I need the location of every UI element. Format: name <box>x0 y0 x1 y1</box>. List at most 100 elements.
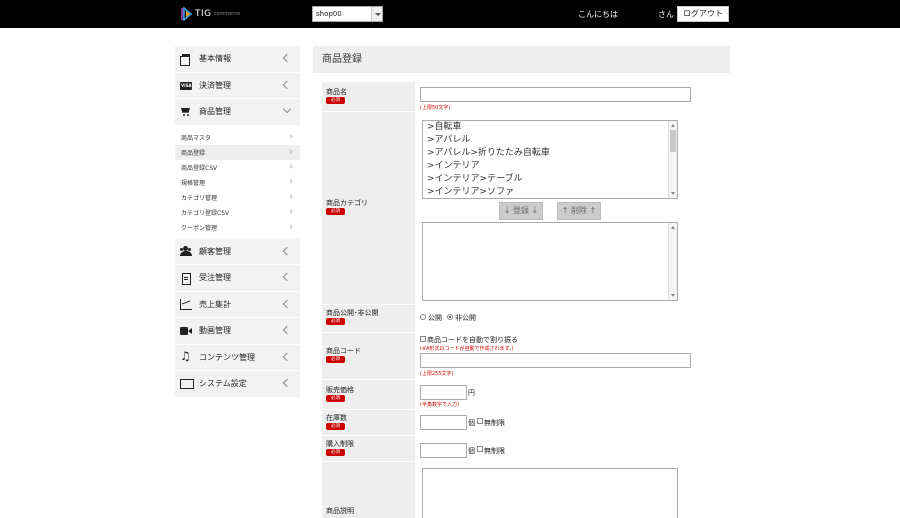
chevron-right-icon <box>288 178 293 184</box>
sidebar-item-system[interactable]: システム設定 <box>175 371 300 398</box>
sidebar-item-products[interactable]: 商品管理 <box>175 99 300 126</box>
sidebar-item-label: コンテンツ管理 <box>199 352 255 362</box>
sidebar-item-label: システム設定 <box>199 379 247 389</box>
sidebar-submenu: 商品マスタ 商品登録 商品登録CSV 規格管理 カテゴリ管理 カテゴリ登録CSV… <box>175 125 300 239</box>
chevron-right-icon <box>288 133 293 139</box>
list-item[interactable]: >アパレル>折りたたみ自転車 <box>423 147 677 160</box>
sidebar-item-customers[interactable]: 顧客管理 <box>175 238 300 265</box>
sidebar-subitem-product-register[interactable]: 商品登録 <box>175 144 300 160</box>
label-cell: 商品公開･非公開 必須 <box>322 305 415 332</box>
sidebar-item-contents[interactable]: コンテンツ管理 <box>175 344 300 371</box>
sidebar-subitem-spec[interactable]: 規格管理 <box>175 175 300 190</box>
row-price: 販売価格 必須 円 (半角数字で入力) <box>322 380 727 409</box>
hint: (上限50文字) <box>420 105 451 111</box>
list-item[interactable]: >インテリア>ソファ <box>423 186 677 198</box>
logo[interactable]: TIG commerce <box>180 6 240 22</box>
sidebar-item-label: 商品管理 <box>199 107 231 117</box>
row-purchase-limit: 購入制限 必須 個 無制限 <box>322 436 727 461</box>
chevron-left-icon <box>282 325 292 335</box>
sidebar-item-payment[interactable]: 決済管理 <box>175 72 300 99</box>
radio-private[interactable] <box>447 314 453 320</box>
radio-public[interactable] <box>420 314 426 320</box>
list-item[interactable]: >インテリア>テーブル <box>423 173 677 186</box>
sidebar-item-label: 決済管理 <box>199 80 231 90</box>
sidebar-item-label: 売上集計 <box>199 299 231 309</box>
required-badge: 必須 <box>326 449 345 456</box>
description-textarea[interactable] <box>422 468 678 518</box>
visa-card-icon <box>180 81 192 90</box>
selected-category-box[interactable] <box>422 222 678 301</box>
label-cell: 商品コード 必須 <box>322 333 415 379</box>
label-cell: 在庫数 必須 <box>322 410 415 435</box>
logout-button[interactable]: ログアウト <box>677 6 729 22</box>
scroll-up-icon[interactable] <box>671 124 675 127</box>
label-cell: 販売価格 必須 <box>322 380 415 409</box>
required-badge: 必須 <box>326 395 345 402</box>
cart-icon <box>180 107 192 117</box>
chevron-right-icon <box>288 223 293 229</box>
page-title: 商品登録 <box>313 46 730 73</box>
limit-input[interactable] <box>420 443 467 458</box>
list-item[interactable]: >インテリア <box>423 160 677 173</box>
field-label: 購入制限 <box>326 440 354 448</box>
required-badge: 必須 <box>326 423 345 430</box>
limit-unlimited-checkbox[interactable] <box>477 446 483 452</box>
subitem-label: カテゴリ登録CSV <box>181 209 230 217</box>
scrollbar[interactable] <box>668 223 677 300</box>
sidebar-subitem-category-csv[interactable]: カテゴリ登録CSV <box>175 205 300 220</box>
scroll-thumb[interactable] <box>670 130 676 152</box>
register-category-button[interactable]: ↓ 登録 ↓ <box>499 202 543 220</box>
category-listbox[interactable]: >自転車 >アパレル >アパレル>折りたたみ自転車 >インテリア >インテリア>… <box>422 120 678 199</box>
chevron-down-icon <box>371 7 382 21</box>
scrollbar[interactable] <box>668 121 677 198</box>
field-label: 商品名 <box>326 88 347 96</box>
sidebar-subitem-product-csv[interactable]: 商品登録CSV <box>175 160 300 175</box>
stock-unlimited-checkbox[interactable] <box>477 418 483 424</box>
chevron-left-icon <box>282 378 292 388</box>
music-note-icon <box>180 349 192 363</box>
sidebar-item-orders[interactable]: 受注管理 <box>175 265 300 292</box>
line-chart-icon <box>180 299 192 311</box>
product-name-input[interactable] <box>420 87 691 102</box>
sidebar-subitem-category[interactable]: カテゴリ管理 <box>175 190 300 205</box>
price-unit: 円 <box>468 389 475 397</box>
sidebar-item-label: 動画管理 <box>199 326 231 336</box>
list-item[interactable]: >自転車 <box>423 121 677 134</box>
price-input[interactable] <box>420 385 467 400</box>
sidebar-item-label: 顧客管理 <box>199 246 231 256</box>
stock-input[interactable] <box>420 415 467 430</box>
product-code-input[interactable] <box>420 353 691 368</box>
chevron-left-icon <box>282 246 292 255</box>
scroll-down-icon[interactable] <box>671 192 675 195</box>
sidebar-item-sales[interactable]: 売上集計 <box>175 291 300 318</box>
sidebar-subitem-product-master[interactable]: 商品マスタ <box>175 130 300 145</box>
sidebar-item-video[interactable]: 動画管理 <box>175 318 300 345</box>
shop-select[interactable]: shop00 <box>312 6 383 22</box>
chevron-left-icon <box>282 299 292 308</box>
chevron-left-icon <box>282 272 292 282</box>
limit-unlimited-label: 無制限 <box>484 447 505 455</box>
field-label: 商品説明 <box>326 507 354 515</box>
required-badge: 必須 <box>326 356 345 363</box>
scroll-down-icon[interactable] <box>671 294 675 297</box>
row-visibility: 商品公開･非公開 必須 公開 非公開 <box>322 305 727 332</box>
label-cell: 商品説明 <box>322 462 415 518</box>
sidebar-item-basic-info[interactable]: 基本情報 <box>175 46 300 73</box>
hint: (上限255文字) <box>420 371 454 377</box>
chevron-left-icon <box>282 80 292 89</box>
subitem-label: カテゴリ管理 <box>181 194 218 202</box>
list-item[interactable]: >アパレル <box>423 134 677 147</box>
delete-category-button[interactable]: ↑ 削除 ↑ <box>557 202 601 220</box>
sidebar-item-label: 基本情報 <box>199 54 231 64</box>
subitem-label: 商品登録CSV <box>181 164 218 172</box>
row-product-name: 商品名 必須 (上限50文字) <box>322 82 727 111</box>
hint: (※A形式のコードが自動で作成されます。) <box>420 346 514 352</box>
required-badge: 必須 <box>326 208 345 215</box>
hint: (半角数字で入力) <box>420 402 459 408</box>
label-cell: 商品名 必須 <box>322 82 415 111</box>
scroll-up-icon[interactable] <box>671 226 675 229</box>
required-badge: 必須 <box>326 97 345 104</box>
sidebar-subitem-coupon[interactable]: クーポン管理 <box>175 220 300 235</box>
auto-code-checkbox[interactable] <box>420 336 426 342</box>
label-cell: 商品カテゴリ 必須 <box>322 112 415 304</box>
